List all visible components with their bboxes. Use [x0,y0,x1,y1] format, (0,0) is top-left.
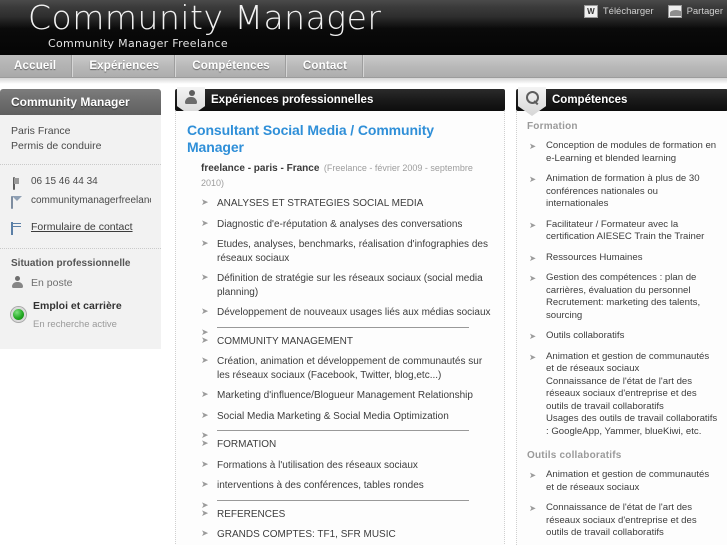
skill-list: Animation et gestion de communautés et d… [529,469,719,545]
sidebar-panel-title: Community Manager [0,89,161,115]
skills-section-title: Compétences [552,94,628,106]
sidebar-phone-row: 06 15 46 44 34 [11,174,151,190]
skill-item: Facilitateur / Formateur avec la certifi… [529,219,719,244]
share-label: Partager [686,6,723,17]
experience-bullet: FORMATION [201,437,492,452]
main-navigation: Accueil Expériences Compétences Contact [0,55,727,78]
skill-group: Outils collaboratifs Animation et gestion… [527,450,719,545]
site-title: Community Manager [28,0,382,37]
divider-rule [217,326,469,328]
page-body: Community Manager Paris France Permis de… [0,84,727,545]
experience-bullet: Etudes, analyses, benchmarks, réalisatio… [201,237,492,265]
share-icon [667,5,682,18]
experience-bullet: COMMUNITY MANAGEMENT [201,334,492,349]
experience-bullet: REFERENCES [201,507,492,522]
download-button[interactable]: W Télécharger [583,5,654,18]
job-meta: freelance - paris - France (Freelance - … [201,160,492,190]
nav-item-competences[interactable]: Compétences [176,55,287,77]
experience-bullet: Définition de stratégie sur les réseaux … [201,271,492,299]
site-subtitle: Community Manager Freelance [48,37,228,50]
skill-item: Gestion des compétences : plan de carriè… [529,272,719,322]
experience-bullet: interventions à des conférences, tables … [201,478,492,493]
experience-bullet: Marketing d'influence/Blogueur Managemen… [201,388,492,403]
experience-bullet: Diagnostic d'e-réputation & analyses des… [201,217,492,232]
status-indicator-icon [11,306,26,322]
nav-item-experiences[interactable]: Expériences [73,55,177,77]
skill-item: Conception de modules de formation en e-… [529,140,719,165]
sidebar-contact-block: 06 15 46 44 34 communitymanagerfreelance… [0,165,161,249]
share-button[interactable]: Partager [667,5,723,18]
left-sidebar: Community Manager Paris France Permis de… [0,89,161,349]
experience-bullet: ANALYSES ET STRATEGIES SOCIAL MEDIA [201,196,492,211]
experience-column: Expériences professionnelles Consultant … [175,87,505,545]
situation-current-row: En poste [11,276,151,289]
skill-list: Conception de modules de formation en e-… [529,140,719,438]
experience-section-header: Expériences professionnelles [175,87,505,116]
skill-group-title: Outils collaboratifs [527,450,622,461]
job-company: freelance - paris - France [201,163,320,174]
sidebar-email: communitymanagerfreelance@g... [31,195,151,206]
skill-item: Connaissance de l'état de l'art des rése… [529,502,719,540]
sidebar-email-row: communitymanagerfreelance@g... [11,193,151,209]
skill-item: Ressources Humaines [529,252,719,265]
person-icon [11,276,24,289]
word-document-icon: W [583,5,598,18]
mail-icon [11,195,24,209]
skills-panel: Formation Conception de modules de format… [516,111,727,545]
status-detail: En recherche active [33,319,117,330]
experience-section-title: Expériences professionnelles [211,94,374,106]
experience-bullet: Création, animation et développement de … [201,354,492,382]
sidebar-situation-block: Situation professionnelle En poste Emplo… [0,249,161,349]
skill-group-title: Formation [527,121,578,132]
experience-bullet: Développement de nouveaux usages liés au… [201,305,492,320]
divider-rule [217,430,469,431]
bullet-divider [201,429,492,443]
status-title: Emploi et carrière [33,300,122,312]
bullet-divider [201,499,492,512]
situation-career-row: Emploi et carrière En recherche active [11,296,151,332]
divider-rule [217,499,469,501]
situation-heading: Situation professionnelle [11,258,131,269]
phone-icon [11,176,24,190]
skill-item: Animation et gestion de communautés et d… [529,469,719,494]
contact-form-link[interactable]: Formulaire de contact [31,219,133,235]
sidebar-phone: 06 15 46 44 34 [31,176,98,187]
sidebar-identity-block: Paris France Permis de conduire [0,115,161,165]
job-title[interactable]: Consultant Social Media / Community Mana… [187,122,492,156]
skill-item: Outils collaboratifs [529,330,719,343]
bullet-divider [201,326,492,339]
nav-item-accueil[interactable]: Accueil [0,55,74,77]
status-current: En poste [31,276,73,289]
experience-bullet: Social Media Marketing & Social Media Op… [201,409,492,424]
skill-item: Animation de formation à plus de 30 conf… [529,173,719,211]
skill-group: Formation Conception de modules de format… [527,121,719,438]
skills-section-header: Compétences [516,87,727,116]
skills-column: Compétences Formation Conception de modul… [516,87,727,545]
experience-bullet: GRANDS COMPTES: TF1, SFR MUSIC [201,527,492,542]
sidebar-location: Paris France [11,125,71,137]
nav-item-contact[interactable]: Contact [287,55,365,77]
skill-item: Animation et gestion de communautés et d… [529,351,719,439]
sidebar-license: Permis de conduire [11,140,102,152]
site-header: Community Manager Community Manager Free… [0,0,727,55]
experience-panel: Consultant Social Media / Community Mana… [175,111,505,545]
download-label: Télécharger [602,6,654,17]
sidebar-contact-form-row[interactable]: Formulaire de contact [11,219,151,235]
experience-bullet-list: ANALYSES ET STRATEGIES SOCIAL MEDIA Diagn… [201,196,492,545]
contact-form-icon [11,221,24,235]
experience-bullet: Formations à l'utilisation des réseaux s… [201,458,492,473]
header-actions: W Télécharger Partager [583,5,723,18]
